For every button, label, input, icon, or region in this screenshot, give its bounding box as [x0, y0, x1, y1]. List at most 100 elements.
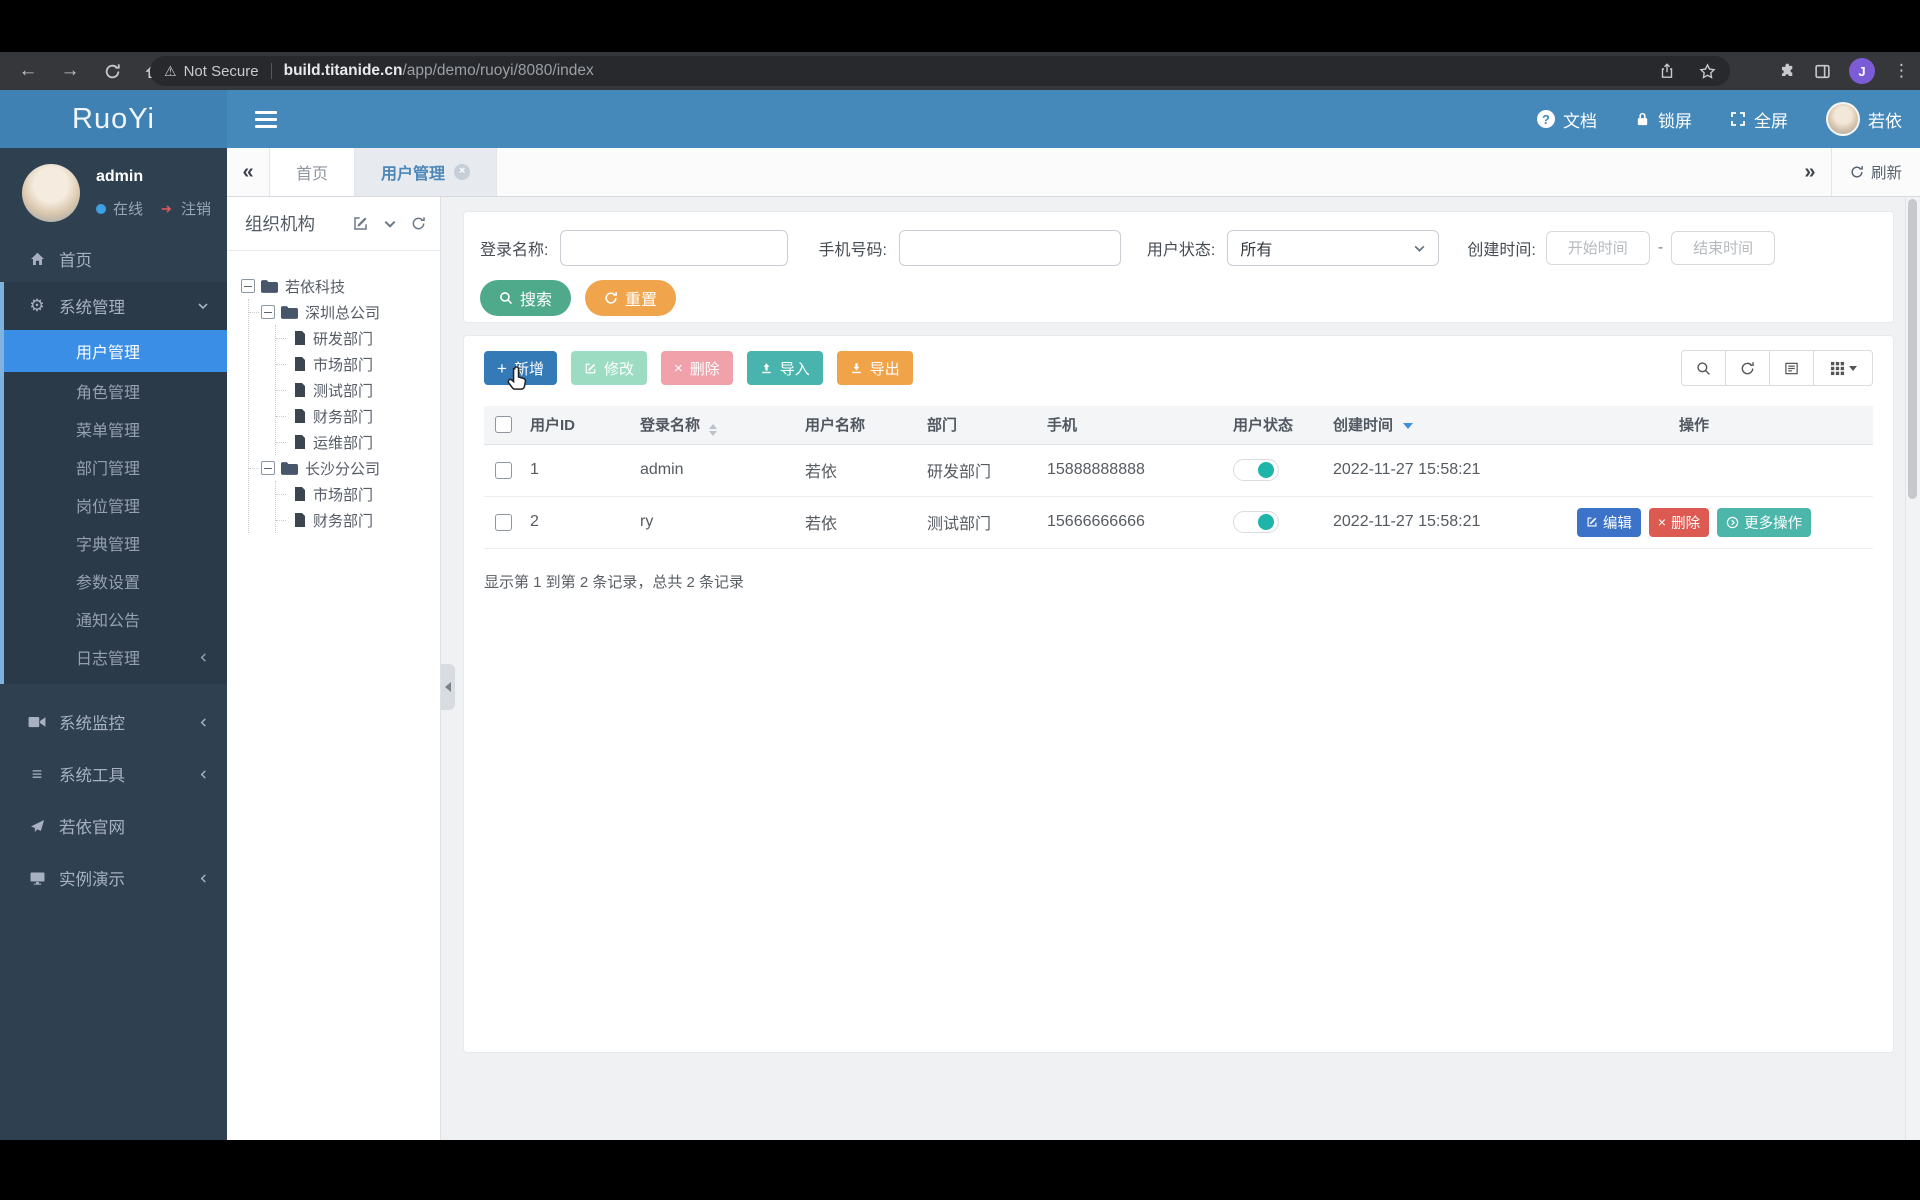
table-row[interactable]: 1 admin 若依 研发部门 15888888888 2022-11-27 1…	[484, 444, 1873, 497]
tabs-scroll-left-button[interactable]: «	[227, 148, 269, 196]
folder-icon	[281, 461, 298, 475]
browser-reload-button[interactable]	[96, 56, 128, 86]
reload-icon	[105, 63, 120, 78]
browser-menu-icon[interactable]: ⋮	[1893, 61, 1910, 81]
row-delete-button[interactable]: × 删除	[1648, 507, 1710, 537]
app-logo[interactable]: RuoYi	[0, 90, 227, 148]
lock-screen-link[interactable]: 锁屏	[1635, 107, 1692, 132]
add-button[interactable]: + 新增	[484, 351, 557, 385]
tree-node-dept[interactable]: 财务部门	[276, 403, 434, 429]
tree-node-branch[interactable]: 长沙分公司	[249, 455, 434, 481]
col-user-name: 用户名称	[797, 406, 919, 445]
video-camera-icon	[26, 715, 48, 729]
table-columns-button[interactable]	[1813, 350, 1873, 386]
table-detail-view-button[interactable]	[1769, 350, 1814, 386]
tab-close-icon[interactable]: ×	[454, 164, 471, 180]
row-more-button[interactable]: 更多操作	[1717, 507, 1812, 537]
user-status-select[interactable]: 所有	[1227, 230, 1440, 266]
sidebar-item-home[interactable]: 首页	[0, 236, 227, 282]
tree-node-root[interactable]: 若依科技	[241, 273, 434, 299]
sidebar-item-official-site[interactable]: 若依官网	[0, 800, 227, 852]
row-edit-button[interactable]: 编辑	[1576, 507, 1641, 537]
user-status-value: 所有	[1240, 242, 1273, 259]
user-status-toggle[interactable]	[1233, 459, 1279, 481]
tree-node-dept[interactable]: 市场部门	[276, 481, 434, 507]
extensions-icon[interactable]	[1779, 63, 1796, 80]
bookmark-star-icon[interactable]	[1699, 62, 1716, 80]
tab-bar: « 首页 用户管理 × » 刷新	[227, 148, 1920, 197]
tree-collapse-icon[interactable]	[261, 305, 275, 319]
tree-collapse-icon[interactable]	[241, 279, 255, 293]
col-created-time[interactable]: 创建时间	[1325, 406, 1515, 445]
tree-node-dept[interactable]: 运维部门	[276, 429, 434, 455]
reset-button[interactable]: 重置	[585, 280, 677, 316]
chevron-down-icon[interactable]	[383, 217, 397, 231]
tabs-scroll-right-button[interactable]: »	[1789, 148, 1831, 196]
table-row[interactable]: 2 ry 若依 测试部门 15666666666 2022-11-27 15:5…	[484, 496, 1873, 549]
row-checkbox[interactable]	[494, 513, 512, 531]
login-name-input[interactable]	[560, 230, 789, 266]
import-button[interactable]: 导入	[746, 351, 823, 385]
caret-down-icon	[1848, 365, 1857, 371]
browser-back-button[interactable]: ←	[12, 56, 44, 86]
logout-link[interactable]: 注销	[181, 198, 211, 219]
tree-collapse-icon[interactable]	[261, 461, 275, 475]
docs-link[interactable]: ? 文档	[1537, 107, 1597, 132]
scrollbar-thumb[interactable]	[1908, 199, 1917, 499]
col-login-name[interactable]: 登录名称	[632, 406, 797, 445]
delete-button[interactable]: × 删除	[660, 351, 733, 385]
start-time-input[interactable]	[1545, 231, 1650, 265]
user-menu[interactable]: 若依	[1826, 102, 1902, 136]
search-icon	[499, 291, 513, 305]
browser-profile-avatar[interactable]: J	[1849, 58, 1875, 84]
sidebar-item-monitor[interactable]: 系统监控	[0, 696, 227, 748]
sidebar-item-dept-mgmt[interactable]: 部门管理	[4, 448, 227, 486]
end-time-input[interactable]	[1671, 231, 1776, 265]
tree-node-dept[interactable]: 市场部门	[276, 351, 434, 377]
edit-button[interactable]: 修改	[570, 351, 647, 385]
sidebar-item-notice[interactable]: 通知公告	[4, 600, 227, 638]
search-button[interactable]: 搜索	[480, 280, 572, 316]
share-icon[interactable]	[1659, 63, 1675, 79]
lock-screen-label: 锁屏	[1658, 111, 1692, 131]
tree-node-dept[interactable]: 测试部门	[276, 377, 434, 403]
sidebar-item-system-mgmt[interactable]: ⚙ 系统管理	[4, 282, 227, 330]
tree-collapse-handle[interactable]	[441, 664, 455, 710]
browser-forward-button[interactable]: →	[54, 56, 86, 86]
table-header-row: 用户ID 登录名称 用户名称 部门 手机 用户状态 创建时间 操作	[484, 406, 1873, 445]
tree-node-dept[interactable]: 研发部门	[276, 325, 434, 351]
page-scrollbar[interactable]	[1905, 197, 1920, 1140]
table-refresh-button[interactable]	[1725, 350, 1770, 386]
security-label: Not Secure	[183, 62, 259, 80]
sidebar-item-tools[interactable]: ≡ 系统工具	[0, 748, 227, 800]
user-status-toggle[interactable]	[1233, 511, 1279, 533]
tree-node-company[interactable]: 深圳总公司	[249, 299, 434, 325]
sidebar-avatar[interactable]	[22, 164, 80, 222]
tab-home[interactable]: 首页	[269, 148, 356, 196]
sidebar-item-post-mgmt[interactable]: 岗位管理	[4, 486, 227, 524]
system-mgmt-label: 系统管理	[59, 299, 125, 317]
tree-node-dept[interactable]: 财务部门	[276, 507, 434, 533]
select-all-checkbox[interactable]	[494, 416, 512, 434]
fullscreen-link[interactable]: 全屏	[1730, 107, 1788, 132]
sidebar-item-role-mgmt[interactable]: 角色管理	[4, 372, 227, 410]
sidebar-item-param-settings[interactable]: 参数设置	[4, 562, 227, 600]
phone-input[interactable]	[898, 230, 1121, 266]
sidebar-item-user-mgmt[interactable]: 用户管理	[4, 330, 227, 372]
address-bar[interactable]: ⚠ Not Secure build.titanide.cn /app/demo…	[150, 56, 1730, 86]
tab-user-mgmt[interactable]: 用户管理 ×	[355, 148, 498, 196]
sidebar-item-demo[interactable]: 实例演示	[0, 852, 227, 904]
sidebar-item-menu-mgmt[interactable]: 菜单管理	[4, 410, 227, 448]
sidebar-item-log-mgmt[interactable]: 日志管理	[4, 638, 227, 676]
export-button[interactable]: 导出	[836, 351, 913, 385]
edit-icon[interactable]	[352, 215, 369, 232]
col-user-status: 用户状态	[1225, 406, 1325, 445]
refresh-icon[interactable]	[411, 216, 426, 231]
plus-icon: +	[497, 358, 507, 378]
sidebar-toggle-button[interactable]	[255, 110, 277, 128]
table-search-toggle-button[interactable]	[1681, 350, 1726, 386]
tab-refresh-button[interactable]: 刷新	[1830, 148, 1920, 196]
sidebar-item-dict-mgmt[interactable]: 字典管理	[4, 524, 227, 562]
row-checkbox[interactable]	[494, 461, 512, 479]
side-panel-icon[interactable]	[1814, 63, 1831, 80]
